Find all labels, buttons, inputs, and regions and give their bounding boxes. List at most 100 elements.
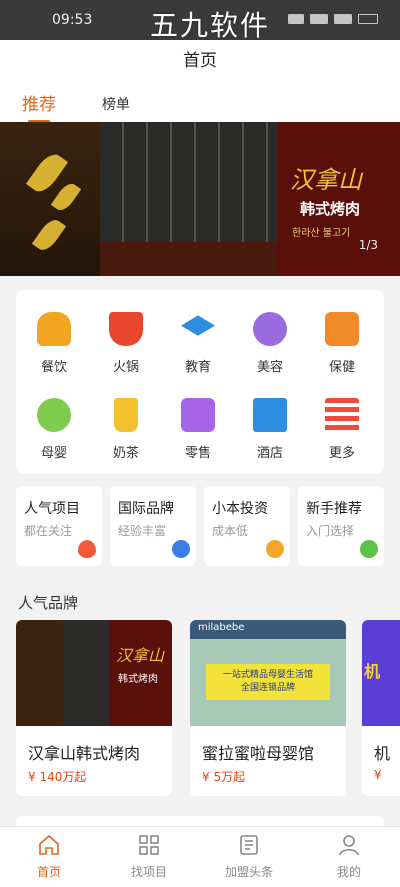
signal-icon bbox=[310, 14, 328, 24]
category-baby[interactable]: 母婴 bbox=[24, 398, 84, 461]
promo-desc: 都在关注 bbox=[24, 524, 73, 538]
page-title: 首页 bbox=[183, 51, 217, 71]
hotpot-icon bbox=[109, 312, 143, 346]
brand-card[interactable]: milabebe 一站式精品母婴生活馆 全国连锁品牌 蜜拉蜜啦母婴馆 ¥ 5万起 bbox=[190, 620, 346, 796]
promo-desc: 入门选择 bbox=[306, 524, 355, 538]
brand-image: 机 bbox=[362, 620, 400, 726]
promo-title: 人气项目 bbox=[24, 501, 80, 517]
yen-coin-icon bbox=[266, 540, 284, 558]
brand-name: 汉拿山韩式烤肉 bbox=[28, 744, 141, 763]
brand-price: ¥ bbox=[374, 768, 382, 782]
bottom-tab-bar: 首页 找项目 加盟头条 我的 bbox=[0, 826, 400, 887]
tabbar-mine[interactable]: 我的 bbox=[314, 833, 384, 880]
brand-image-text: milabebe bbox=[198, 622, 245, 633]
tabbar-label: 找项目 bbox=[130, 865, 167, 879]
category-label: 奶茶 bbox=[112, 446, 139, 461]
banner-floor bbox=[100, 242, 280, 276]
banner-image: 汉拿山 韩式烤肉 한라산 불고기 bbox=[0, 122, 400, 276]
hotel-icon bbox=[253, 398, 287, 432]
banner-subtitle: 韩式烤肉 bbox=[300, 200, 361, 218]
header: 首页 bbox=[0, 40, 400, 82]
category-health[interactable]: 保健 bbox=[312, 312, 372, 375]
home-icon bbox=[37, 833, 61, 857]
brand-image-subtext: 全国连锁品牌 bbox=[240, 683, 295, 693]
user-icon bbox=[337, 833, 361, 857]
category-label: 教育 bbox=[184, 360, 211, 375]
promo-desc: 成本低 bbox=[212, 524, 249, 538]
watermark: 五九软件 bbox=[150, 9, 271, 42]
tab-ranking[interactable]: 榜单 bbox=[102, 94, 130, 114]
news-icon bbox=[237, 833, 261, 857]
graduation-cap-icon bbox=[181, 315, 215, 336]
flame-icon bbox=[78, 540, 96, 558]
wifi-icon bbox=[288, 14, 304, 24]
category-label: 零售 bbox=[184, 446, 211, 461]
category-education[interactable]: 教育 bbox=[168, 312, 228, 375]
status-bar: 09:53 五九软件 bbox=[0, 0, 400, 42]
brand-image: 汉拿山 韩式烤肉 bbox=[16, 620, 172, 726]
brand-name: 机 bbox=[374, 744, 391, 763]
promo-small-investment[interactable]: 小本投资 成本低 bbox=[204, 486, 290, 566]
brand-carousel: 汉拿山 韩式烤肉 汉拿山韩式烤肉 ¥ 140万起 milabebe 一站式精品母… bbox=[16, 620, 400, 800]
brand-image-text: 汉拿山 bbox=[116, 646, 165, 665]
category-more[interactable]: 更多 bbox=[312, 398, 372, 461]
smile-icon bbox=[360, 540, 378, 558]
battery-icon bbox=[358, 14, 378, 24]
tabbar-find-project[interactable]: 找项目 bbox=[114, 833, 184, 880]
baby-icon bbox=[37, 398, 71, 432]
banner-counter: 1/3 bbox=[358, 238, 378, 252]
banner-title: 汉拿山 bbox=[290, 166, 362, 194]
category-label: 更多 bbox=[328, 446, 355, 461]
tabbar-label: 首页 bbox=[36, 865, 61, 879]
face-icon bbox=[253, 312, 287, 346]
tabbar-news[interactable]: 加盟头条 bbox=[214, 833, 284, 880]
burger-icon bbox=[37, 312, 71, 346]
promo-international[interactable]: 国际品牌 经验丰富 bbox=[110, 486, 196, 566]
promo-title: 国际品牌 bbox=[118, 501, 174, 517]
globe-icon bbox=[172, 540, 190, 558]
tab-recommend[interactable]: 推荐 bbox=[22, 90, 56, 123]
shopping-bag-icon bbox=[181, 398, 215, 432]
massage-icon bbox=[325, 312, 359, 346]
section-title: 人气品牌 bbox=[18, 594, 79, 612]
brand-image-text: 机 bbox=[364, 662, 381, 681]
banner-wall bbox=[0, 122, 100, 276]
category-label: 保健 bbox=[328, 360, 355, 375]
brand-name: 蜜拉蜜啦母婴馆 bbox=[202, 744, 315, 763]
category-label: 酒店 bbox=[256, 446, 283, 461]
signal-icon bbox=[334, 14, 352, 24]
promo-popular[interactable]: 人气项目 都在关注 bbox=[16, 486, 102, 566]
category-beauty[interactable]: 美容 bbox=[240, 312, 300, 375]
category-retail[interactable]: 零售 bbox=[168, 398, 228, 461]
category-milk-tea[interactable]: 奶茶 bbox=[96, 398, 156, 461]
tabs: 推荐 榜单 bbox=[0, 82, 400, 123]
category-label: 餐饮 bbox=[40, 360, 67, 375]
tabbar-label: 我的 bbox=[336, 865, 361, 879]
milk-tea-icon bbox=[114, 398, 138, 432]
brand-card[interactable]: 汉拿山 韩式烤肉 汉拿山韩式烤肉 ¥ 140万起 bbox=[16, 620, 172, 796]
promo-row: 人气项目 都在关注 国际品牌 经验丰富 小本投资 成本低 新手推荐 入门选择 bbox=[16, 486, 384, 566]
tabbar-label: 加盟头条 bbox=[224, 865, 273, 879]
brand-price: ¥ 5万起 bbox=[202, 770, 246, 784]
banner-carousel[interactable]: 汉拿山 韩式烤肉 한라산 불고기 bbox=[0, 122, 400, 276]
category-label: 美容 bbox=[256, 360, 283, 375]
promo-title: 新手推荐 bbox=[306, 501, 362, 517]
more-grid-icon bbox=[325, 398, 359, 432]
status-icons bbox=[288, 14, 378, 24]
tabbar-home[interactable]: 首页 bbox=[14, 833, 84, 880]
category-hotpot[interactable]: 火锅 bbox=[96, 312, 156, 375]
status-time: 09:53 bbox=[52, 12, 93, 28]
brand-card[interactable]: 机 机 ¥ bbox=[362, 620, 400, 796]
promo-desc: 经验丰富 bbox=[118, 524, 167, 538]
category-food[interactable]: 餐饮 bbox=[24, 312, 84, 375]
brand-image-subtext: 韩式烤肉 bbox=[118, 674, 158, 685]
category-hotel[interactable]: 酒店 bbox=[240, 398, 300, 461]
promo-beginner[interactable]: 新手推荐 入门选择 bbox=[298, 486, 384, 566]
category-grid: 餐饮 火锅 教育 美容 保健 母婴 奶茶 零售 酒店 更多 bbox=[16, 290, 384, 474]
grid-icon bbox=[137, 833, 161, 857]
brand-image: milabebe 一站式精品母婴生活馆 全国连锁品牌 bbox=[190, 620, 346, 726]
category-label: 母婴 bbox=[40, 446, 67, 461]
promo-title: 小本投资 bbox=[212, 501, 268, 517]
brand-image-subtext: 一站式精品母婴生活馆 bbox=[222, 670, 313, 680]
category-label: 火锅 bbox=[112, 360, 139, 375]
